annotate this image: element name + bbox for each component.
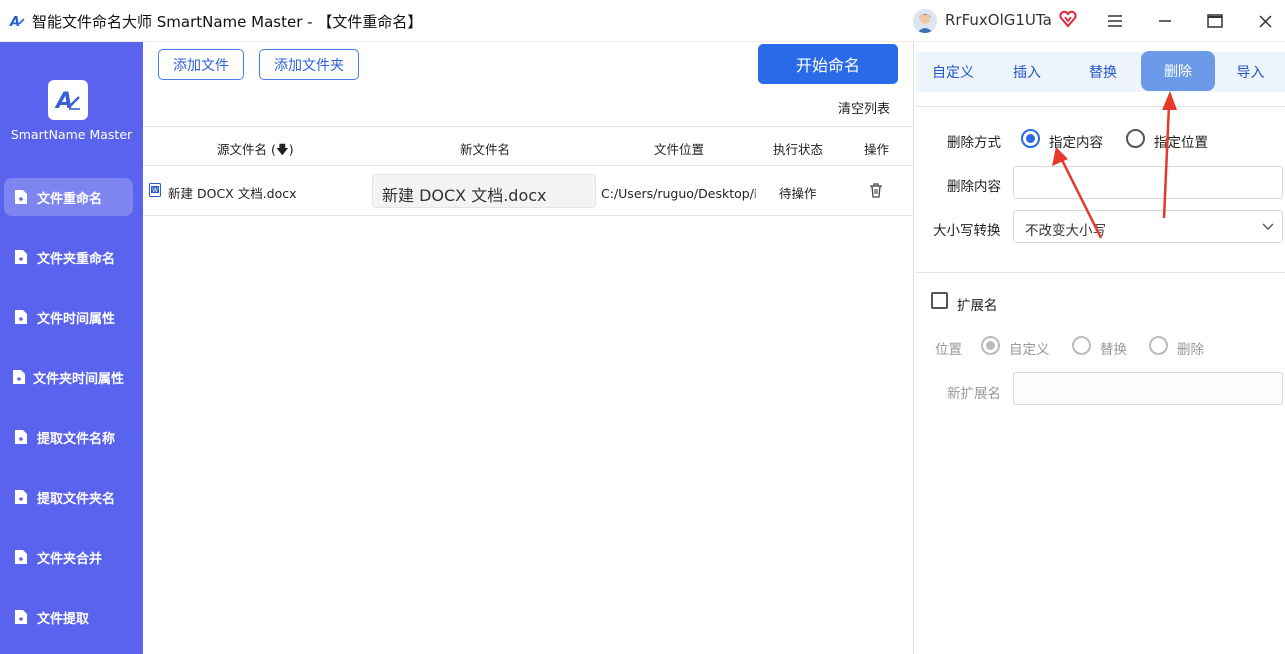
sidebar-brand: SmartName Master	[10, 127, 133, 142]
file-icon	[15, 190, 27, 204]
radio-label-ext-custom[interactable]: 自定义	[1009, 338, 1050, 358]
case-label: 大小写转换	[933, 223, 1001, 239]
sidebar-item-file-time[interactable]: 文件时间属性	[4, 298, 133, 336]
column-header-location: 文件位置	[654, 142, 705, 157]
radio-specified-position[interactable]	[1126, 129, 1145, 148]
annotation-arrows	[1052, 91, 1177, 239]
radio-label-ext-delete[interactable]: 删除	[1177, 338, 1204, 358]
divider	[916, 272, 1285, 273]
sidebar-item-label: 文件时间属性	[37, 311, 116, 327]
sidebar: A SmartName Master 文件重命名 文件夹重命名 文件时间属性 文…	[0, 42, 143, 654]
source-filename: 新建 DOCX 文档.docx	[168, 186, 297, 201]
window-title: 智能文件命名大师 SmartName Master - 【文件重命名】	[32, 13, 423, 31]
app-logo-icon: A	[9, 15, 25, 30]
radio-ext-custom[interactable]	[981, 336, 1000, 355]
sidebar-item-file-extract[interactable]: 文件提取	[4, 598, 133, 636]
avatar[interactable]	[913, 9, 937, 33]
clear-list-link[interactable]: 清空列表	[838, 98, 890, 117]
add-file-button[interactable]: 添加文件	[158, 49, 244, 80]
sidebar-item-extract-foldername[interactable]: 提取文件夹名	[4, 478, 133, 516]
divider	[916, 106, 1285, 107]
close-icon[interactable]	[1252, 8, 1278, 34]
column-header-source[interactable]: 源文件名 (🡇)	[217, 139, 294, 162]
tab-insert[interactable]: 插入	[990, 52, 1064, 92]
radio-ext-delete[interactable]	[1149, 336, 1168, 355]
radio-label-content[interactable]: 指定内容	[1049, 131, 1103, 151]
radio-ext-replace[interactable]	[1072, 336, 1091, 355]
chevron-down-icon	[1262, 223, 1274, 230]
username[interactable]: RrFuxOlG1UTa	[945, 11, 1052, 29]
new-extension-label: 新扩展名	[947, 386, 1001, 402]
column-header-new-name: 新文件名	[460, 142, 511, 157]
extension-checkbox[interactable]	[931, 292, 948, 309]
operation-tabs: 自定义 插入 替换 删除 导入	[916, 51, 1285, 92]
radio-label-ext-replace[interactable]: 替换	[1100, 338, 1127, 358]
sidebar-item-label: 文件提取	[37, 611, 90, 627]
sidebar-item-extract-filename[interactable]: 提取文件名称	[4, 418, 133, 456]
sidebar-item-folder-rename[interactable]: 文件夹重命名	[4, 238, 133, 276]
column-header-status: 执行状态	[773, 142, 824, 157]
tab-custom[interactable]: 自定义	[916, 52, 990, 92]
sidebar-item-file-rename[interactable]: 文件重命名	[4, 178, 133, 216]
new-filename-field[interactable]: 新建 DOCX 文档.docx	[372, 174, 596, 208]
sidebar-item-label: 文件重命名	[37, 191, 103, 207]
file-icon	[15, 430, 27, 444]
delete-mode-label: 删除方式	[947, 135, 1001, 151]
tab-delete[interactable]: 删除	[1141, 51, 1215, 91]
radio-label-position[interactable]: 指定位置	[1154, 131, 1208, 151]
sidebar-item-label: 文件夹时间属性	[33, 371, 125, 387]
table-header: 源文件名 (🡇) 新文件名 文件位置 执行状态 操作	[143, 126, 913, 166]
sidebar-item-label: 提取文件夹名	[37, 491, 116, 507]
trash-icon[interactable]	[869, 183, 883, 198]
delete-content-input[interactable]	[1013, 166, 1283, 199]
panel-divider	[913, 42, 914, 654]
svg-text:A: A	[9, 15, 20, 30]
svg-text:W: W	[152, 187, 158, 194]
start-rename-button[interactable]: 开始命名	[758, 44, 898, 84]
vip-heart-icon[interactable]	[1059, 10, 1077, 28]
menu-icon[interactable]	[1102, 8, 1128, 34]
new-extension-input[interactable]	[1013, 372, 1283, 405]
file-location: C:/Users/ruguo/Desktop/新	[601, 186, 756, 201]
sidebar-item-label: 文件夹合并	[37, 551, 103, 567]
title-bar: A 智能文件命名大师 SmartName Master - 【文件重命名】 Rr…	[0, 0, 1285, 42]
minimize-icon[interactable]	[1152, 8, 1178, 34]
word-file-icon: W	[149, 183, 161, 197]
tab-import[interactable]: 导入	[1216, 52, 1285, 92]
add-folder-button[interactable]: 添加文件夹	[259, 49, 359, 80]
app-logo-icon: A	[48, 80, 88, 120]
position-label: 位置	[935, 342, 962, 358]
tab-replace[interactable]: 替换	[1066, 52, 1140, 92]
case-select-value: 不改变大小写	[1025, 223, 1106, 239]
maximize-icon[interactable]	[1202, 8, 1228, 34]
case-select[interactable]: 不改变大小写	[1013, 210, 1283, 243]
column-header-action: 操作	[864, 142, 890, 157]
file-icon	[15, 310, 27, 324]
file-icon	[15, 490, 27, 504]
radio-specified-content[interactable]	[1021, 129, 1040, 148]
sidebar-item-folder-merge[interactable]: 文件夹合并	[4, 538, 133, 576]
sidebar-item-label: 文件夹重命名	[37, 251, 116, 267]
file-icon	[15, 550, 27, 564]
file-icon	[15, 250, 27, 264]
sidebar-item-folder-time[interactable]: 文件夹时间属性	[2, 358, 141, 396]
sidebar-item-label: 提取文件名称	[37, 431, 116, 447]
table-row[interactable]: W 新建 DOCX 文档.docx 新建 DOCX 文档.docx C:/Use…	[143, 166, 913, 216]
status-text: 待操作	[779, 186, 817, 201]
file-icon	[13, 370, 25, 384]
delete-content-label: 删除内容	[947, 179, 1001, 195]
file-icon	[15, 610, 27, 624]
extension-label[interactable]: 扩展名	[957, 294, 998, 314]
svg-text:A: A	[54, 89, 73, 114]
